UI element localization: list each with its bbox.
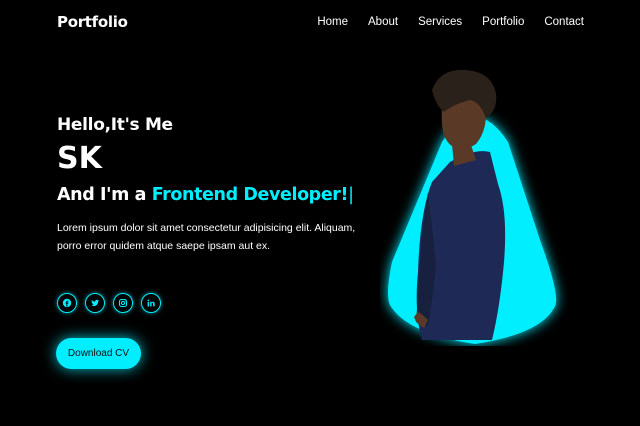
hero-description: Lorem ipsum dolor sit amet consectetur a…	[57, 221, 356, 253]
linkedin-icon	[147, 299, 155, 307]
hero-role: And I'm a Frontend Developer!|	[57, 185, 387, 205]
person-figure	[414, 69, 506, 340]
hero-content: Hello,It's Me SK And I'm a Frontend Deve…	[57, 115, 387, 256]
nav-home[interactable]: Home	[317, 16, 348, 28]
instagram-link[interactable]	[113, 293, 133, 313]
nav-services[interactable]: Services	[418, 16, 462, 28]
hero-name: SK	[57, 141, 102, 176]
typing-cursor: |	[348, 184, 354, 205]
facebook-link[interactable]	[57, 293, 77, 313]
hero-greeting: Hello,It's Me	[57, 115, 173, 135]
instagram-icon	[118, 298, 128, 308]
facebook-icon	[62, 298, 72, 308]
role-highlight: Frontend Developer!	[151, 184, 349, 205]
main-nav: Home About Services Portfolio Contact	[317, 16, 584, 28]
profile-image	[388, 69, 557, 344]
download-cv-button[interactable]: Download CV	[56, 338, 141, 369]
nav-about[interactable]: About	[368, 16, 398, 28]
twitter-icon	[91, 299, 99, 307]
twitter-link[interactable]	[85, 293, 105, 313]
linkedin-link[interactable]	[141, 293, 161, 313]
site-header: Portfolio Home About Services Portfolio …	[0, 0, 640, 48]
role-prefix: And I'm a	[57, 184, 152, 205]
social-links	[57, 293, 161, 313]
nav-portfolio[interactable]: Portfolio	[482, 16, 524, 28]
site-logo[interactable]: Portfolio	[57, 13, 128, 31]
nav-contact[interactable]: Contact	[544, 16, 584, 28]
